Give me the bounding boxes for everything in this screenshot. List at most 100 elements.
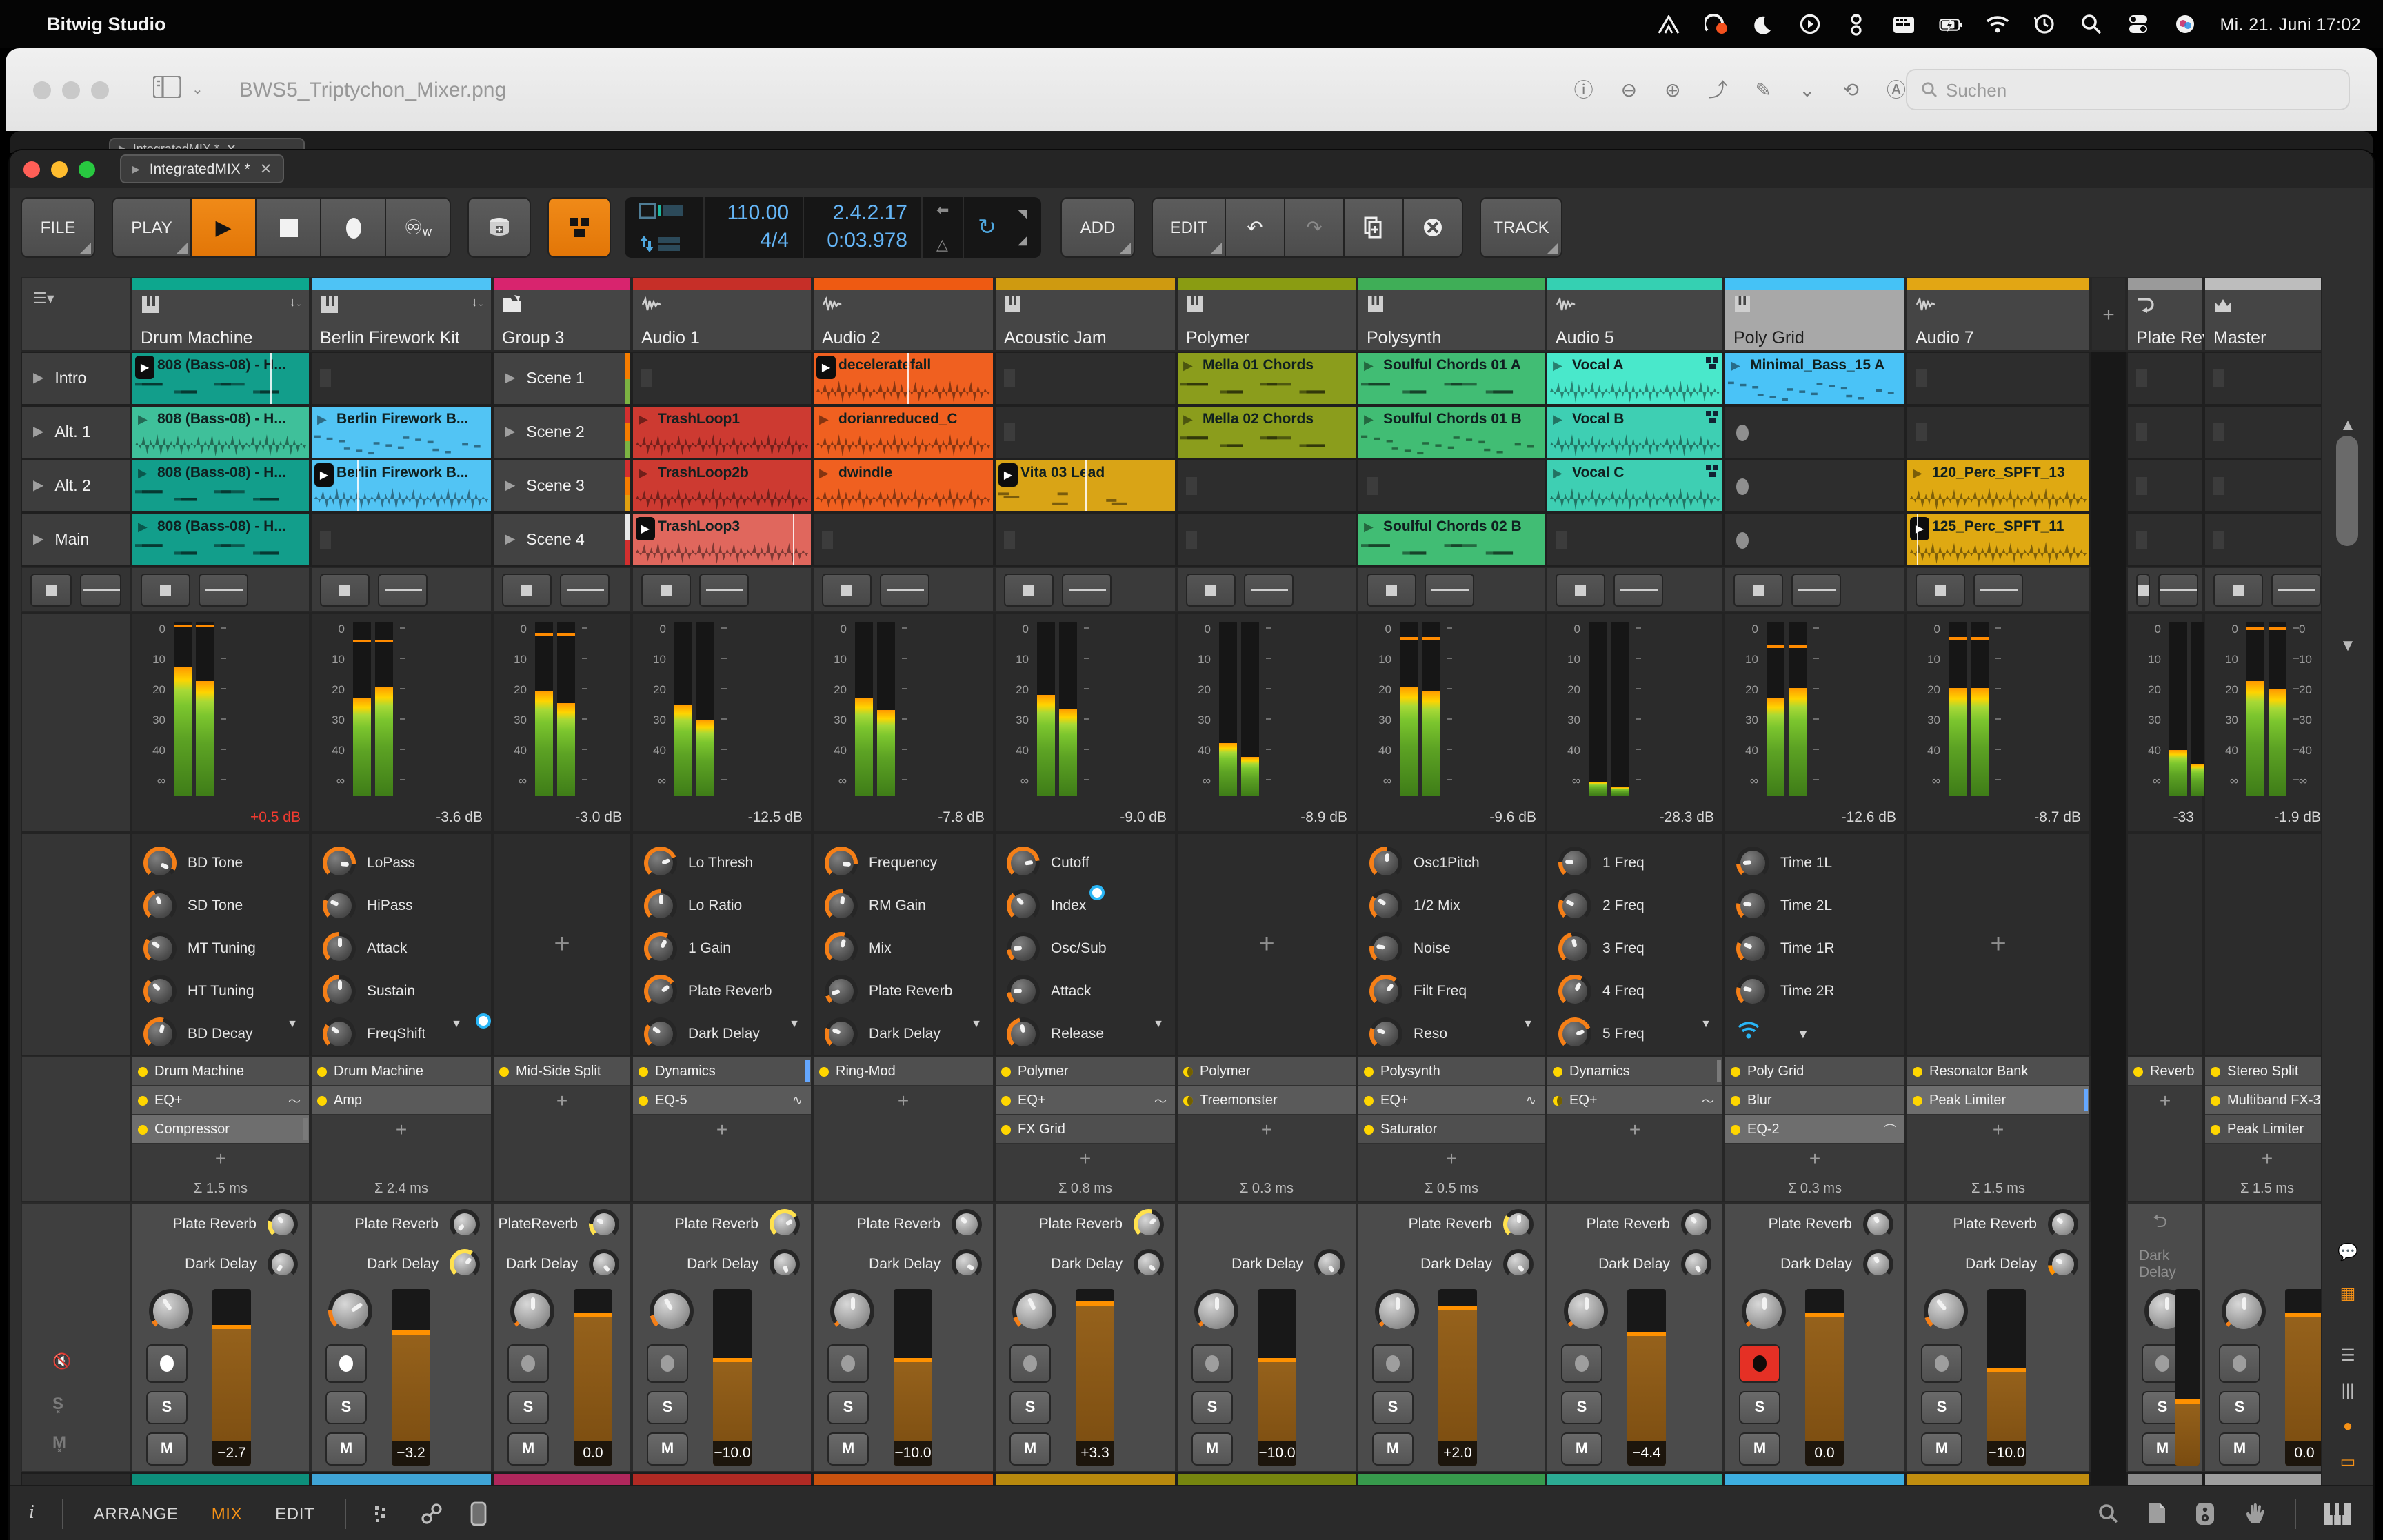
automation-follow-icon[interactable]: ◥ [1018,207,1027,222]
edit-menu-button[interactable]: EDIT [1152,197,1225,258]
device-enable-dot[interactable] [138,1066,148,1076]
clip[interactable]: ▶ Vocal C [1547,460,1722,511]
device-chip[interactable]: Ring-Mod [814,1057,993,1086]
clip-playing-icon[interactable]: ▶ [1910,517,1929,540]
macro-knob[interactable] [1369,931,1402,964]
fader-track[interactable]: 0.0 [574,1289,612,1466]
empty-slot-marker[interactable] [2136,423,2147,441]
clip-slot[interactable]: ▶ Berlin Firework B... [310,459,492,513]
device-chip[interactable]: Stereo Split [2205,1057,2329,1086]
macro-knob[interactable] [1007,1017,1040,1050]
track-header[interactable]: Polymer [1176,277,1357,352]
clip-play-arrow[interactable]: ▶ [317,412,327,427]
scene-row[interactable]: ▶ Intro [21,352,131,405]
macro-knob[interactable] [1558,846,1591,879]
solo-button[interactable]: S [507,1391,549,1424]
empty-slot-marker[interactable] [2136,531,2147,549]
clip-playing-icon[interactable]: ▶ [135,356,154,379]
knob-page-dropdown[interactable]: ▼ [971,1017,982,1030]
fader-cap[interactable] [212,1324,251,1329]
knob-page-dropdown[interactable]: ▼ [287,1017,298,1030]
clip-stop-button[interactable] [1733,573,1783,606]
chevron-down-icon[interactable]: ⌄ [192,82,203,97]
send-knob[interactable] [1863,1208,1893,1239]
send-knob[interactable] [1863,1248,1893,1279]
send-knob[interactable] [2048,1208,2078,1239]
clip-slot[interactable] [310,352,492,405]
comment-icon[interactable]: 💬 [2322,1242,2373,1262]
record-ready-dot[interactable] [1736,425,1749,441]
add-track-header[interactable]: + [2091,277,2126,352]
clip-slot[interactable]: ▶ TrashLoop1 [632,405,812,459]
device-enable-dot[interactable] [499,1066,509,1076]
clip-slot[interactable]: ▶ 808 (Bass-08) - H... [131,459,310,513]
spotlight-search-icon[interactable] [2079,14,2102,34]
device-enable-dot[interactable] [138,1095,148,1105]
screen-record-icon[interactable] [1704,14,1727,34]
fader-track[interactable]: −10.0 [894,1289,932,1466]
clip-stop-button[interactable] [2136,573,2150,606]
clip[interactable]: ▶ 125_Perc_SPFT_11 [1907,514,2089,565]
clip-slot[interactable]: ▶ dorianreduced_C [812,405,994,459]
zoom-in-icon[interactable]: ⊕ [1665,78,1680,101]
overdub-button[interactable]: ♾ w [385,197,451,258]
rotate-icon[interactable]: ⟲ [1843,78,1859,101]
keyboard-window-icon[interactable] [1891,14,1915,34]
clip[interactable]: ▶ dorianreduced_C [814,407,993,458]
clip-play-arrow[interactable]: ▶ [1364,520,1374,535]
record-arm-button[interactable] [1739,1344,1780,1383]
scene-play-icon[interactable]: ▶ [33,425,43,440]
clip-stop-button[interactable] [320,573,370,606]
clip-slot[interactable] [2204,352,2331,405]
clip-slot[interactable]: ▶ Mella 02 Chords [1176,405,1357,459]
tempo-cell[interactable]: 110.00 4/4 [705,197,804,258]
device-chip[interactable]: Treemonster [1178,1086,1356,1115]
scene-play-icon[interactable]: ▶ [33,371,43,386]
pan-knob[interactable] [1012,1289,1056,1333]
clip-play-arrow[interactable]: ▶ [639,412,648,427]
fader-track[interactable]: 0.0 [1805,1289,1844,1466]
clip[interactable]: ▶ Soulful Chords 02 B [1358,514,1545,565]
track-header[interactable]: Group 3 [492,277,632,352]
device-chip[interactable]: Saturator [1358,1115,1545,1144]
clip-play-arrow[interactable]: ▶ [1364,358,1374,374]
clip[interactable]: ▶ TrashLoop1 [633,407,811,458]
clip[interactable]: ▶ Vocal B [1547,407,1722,458]
clip-stop-button[interactable] [822,573,872,606]
clip[interactable]: ▶ 808 (Bass-08) - H... [132,353,309,404]
add-device-button[interactable]: + [1725,1144,1904,1172]
controller-visualization-button[interactable] [547,197,611,258]
device-chip[interactable]: FX Grid [996,1115,1175,1144]
track-list-icon[interactable]: ☰▾ [33,290,54,307]
record-arm-button[interactable] [1009,1344,1051,1383]
pan-knob[interactable] [328,1289,372,1333]
scene-play-icon[interactable]: ▶ [33,532,43,547]
knob-page-dropdown[interactable]: ▼ [1522,1017,1534,1030]
solo-button[interactable]: S [146,1391,188,1424]
macro-knob[interactable] [825,974,858,1007]
macro-knob[interactable] [143,846,177,879]
song-position[interactable]: 2.4.2.17 [818,201,907,226]
device-enable-dot[interactable] [1183,1095,1193,1105]
device-chip[interactable]: EQ-5 ∿ [633,1086,811,1115]
clip[interactable]: ▶ dwindle [814,460,993,511]
scene-stop-button[interactable] [30,573,72,606]
undo-button[interactable]: ↶ [1225,197,1284,258]
group-scene-cell[interactable]: ▶ Scene 1 [494,353,630,404]
track-header[interactable]: Master [2204,277,2331,352]
mute-button[interactable]: M [1561,1432,1602,1466]
clip-play-arrow[interactable]: ▶ [819,466,829,481]
add-device-plus[interactable]: + [494,834,630,1055]
empty-slot-marker[interactable] [1186,531,1197,549]
clip-slot[interactable] [1724,513,1906,567]
macro-knob[interactable] [323,889,356,922]
clip-slot[interactable]: ▶ Scene 1 [492,352,632,405]
clip-slot[interactable] [1724,405,1906,459]
empty-slot-marker[interactable] [320,369,331,387]
add-device-button[interactable]: + [1358,1144,1545,1172]
fader-track[interactable]: −2.7 [212,1289,251,1466]
clip-slot[interactable]: ▶ Scene 4 [492,513,632,567]
clear-arm-icon[interactable]: 🔇 [52,1352,71,1370]
clip[interactable]: ▶ deceleratefall [814,353,993,404]
empty-slot-marker[interactable] [2136,369,2147,387]
